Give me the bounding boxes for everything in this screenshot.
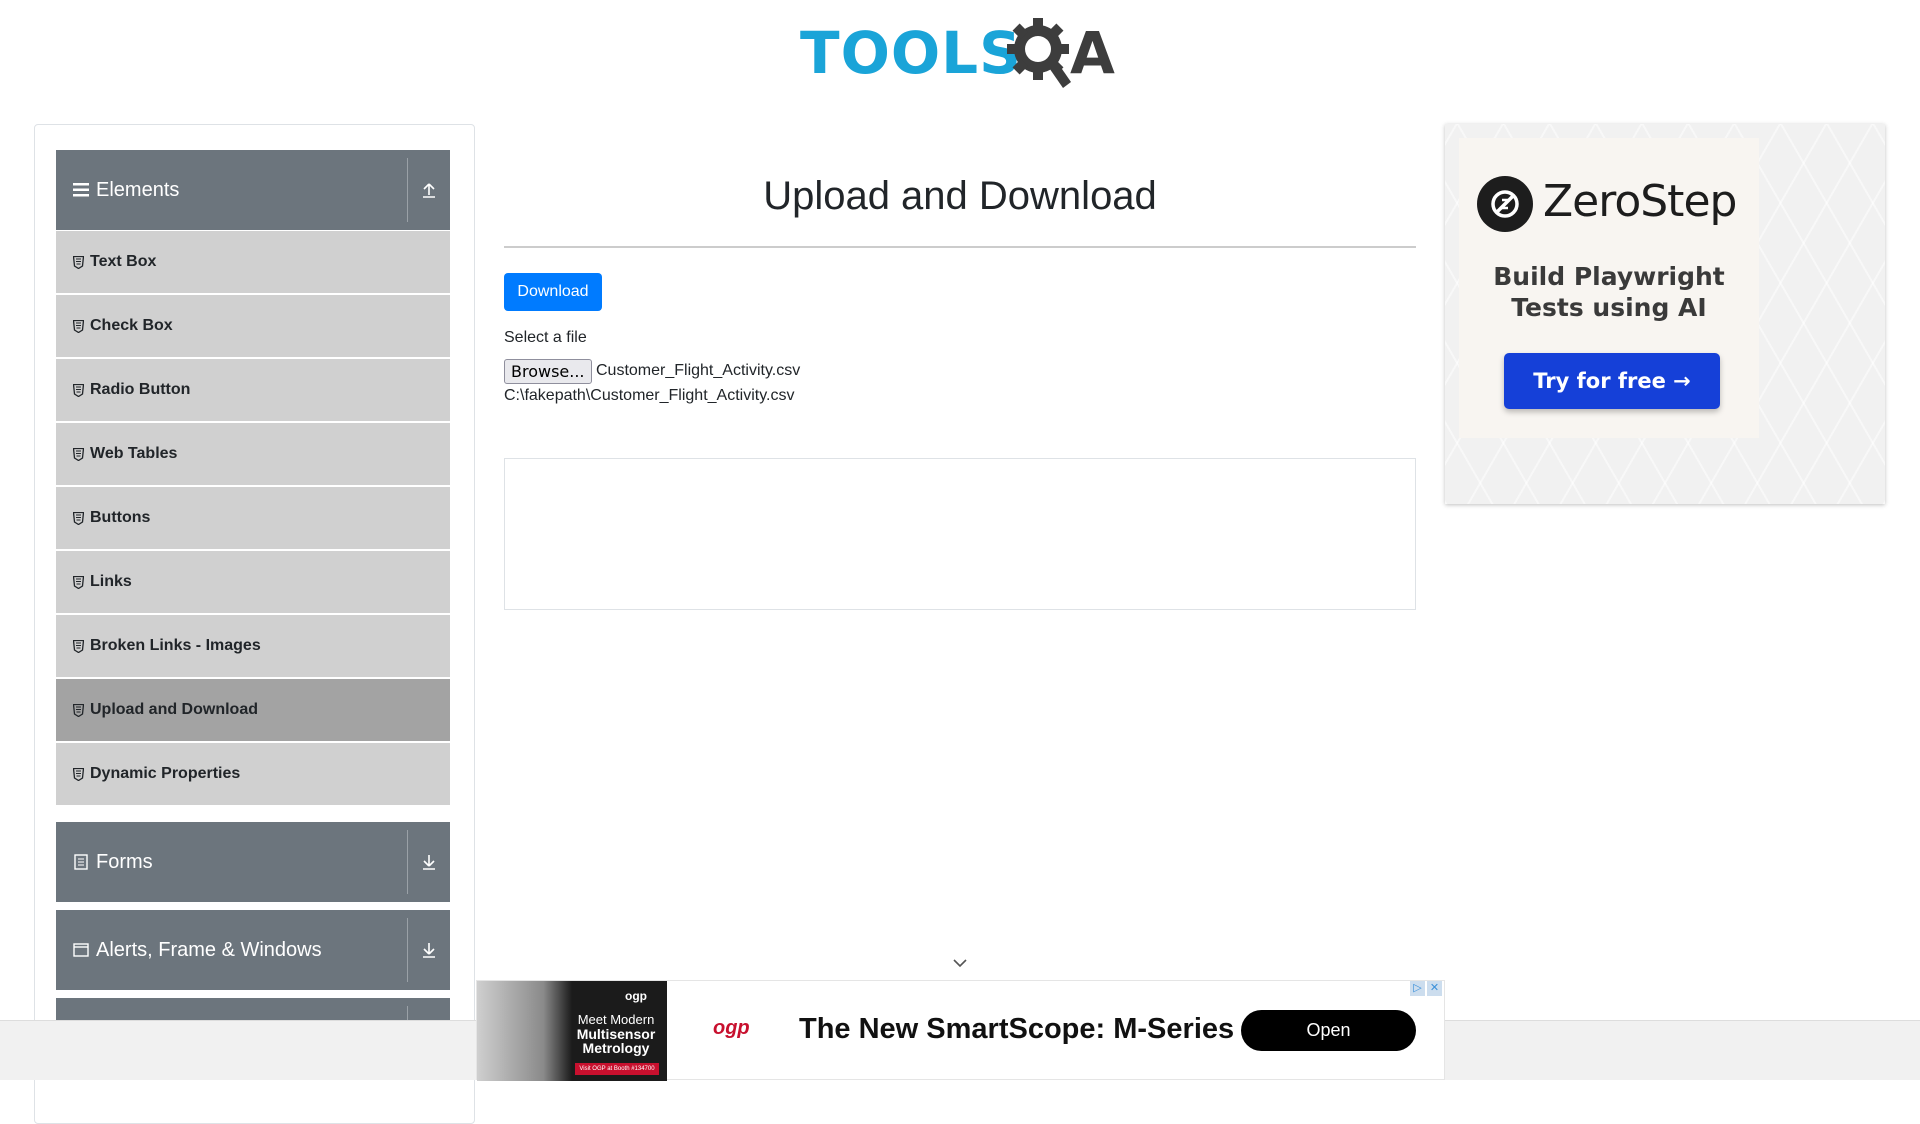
shield-icon xyxy=(71,255,85,269)
browse-button[interactable]: Browse... xyxy=(504,359,592,384)
sidebar-item-label: Upload and Download xyxy=(90,701,258,718)
ad-image-strip: Visit OGP at Booth #134700 xyxy=(575,1063,659,1075)
sidebar-item-links[interactable]: Links xyxy=(56,551,450,613)
document-icon xyxy=(72,854,90,870)
sidebar-item-web-tables[interactable]: Web Tables xyxy=(56,423,450,485)
group-title: Forms xyxy=(96,850,153,873)
shield-icon xyxy=(71,575,85,589)
ad-brand: ZeroStep xyxy=(1543,176,1737,227)
chevron-down-icon[interactable] xyxy=(952,958,968,968)
ad-image-text: Meet Modern Multisensor Metrology xyxy=(569,1012,663,1056)
download-arrow-icon[interactable] xyxy=(407,830,450,894)
ad-placeholder-box xyxy=(504,458,1416,610)
sidebar-item-check-box[interactable]: Check Box xyxy=(56,295,450,357)
selected-file-name: Customer_Flight_Activity.csv xyxy=(596,362,801,379)
uploaded-file-path: C:\fakepath\Customer_Flight_Activity.csv xyxy=(504,387,795,404)
download-arrow-icon[interactable] xyxy=(407,918,450,982)
shield-icon xyxy=(71,511,85,525)
sidebar-item-label: Broken Links - Images xyxy=(90,637,261,654)
group-title: Alerts, Frame & Windows xyxy=(96,938,322,961)
header: TOOLS A xyxy=(0,0,1920,100)
sidebar-item-label: Links xyxy=(90,573,132,590)
close-icon[interactable]: ✕ xyxy=(1427,981,1442,996)
gear-icon xyxy=(1007,18,1071,88)
ad-controls: ▷ ✕ xyxy=(1410,981,1442,996)
shield-icon xyxy=(71,703,85,717)
hamburger-icon xyxy=(72,183,90,197)
zerostep-ad[interactable]: ZeroStep Build Playwright Tests using AI… xyxy=(1445,124,1885,504)
title-divider xyxy=(504,246,1416,248)
shield-icon xyxy=(71,319,85,333)
shield-icon xyxy=(71,639,85,653)
ad-tagline: Build Playwright Tests using AI xyxy=(1493,262,1725,322)
toolsqa-logo[interactable]: TOOLS A xyxy=(800,14,1125,92)
ad-image-line-3: Metrology xyxy=(582,1040,650,1056)
sidebar-item-label: Buttons xyxy=(90,509,151,526)
sidebar: Elements Text Box Check Box Radio Button… xyxy=(34,124,475,1124)
sidebar-item-upload-download[interactable]: Upload and Download xyxy=(56,679,450,741)
ad-headline[interactable]: The New SmartScope: M-Series xyxy=(799,1013,1234,1046)
ad-info-icon[interactable]: ▷ xyxy=(1410,981,1425,996)
shield-icon xyxy=(71,447,85,461)
ad-image-logo: ogp xyxy=(625,989,647,1003)
ad-open-button[interactable]: Open xyxy=(1241,1010,1416,1051)
sidebar-item-label: Radio Button xyxy=(90,381,191,398)
group-alerts-frame-windows[interactable]: Alerts, Frame & Windows xyxy=(56,910,450,990)
sidebar-item-buttons[interactable]: Buttons xyxy=(56,487,450,549)
shield-icon xyxy=(71,383,85,397)
bottom-banner-ad[interactable]: ogp Meet Modern Multisensor Metrology Vi… xyxy=(476,980,1445,1081)
group-forms[interactable]: Forms xyxy=(56,822,450,902)
shield-icon xyxy=(71,767,85,781)
page-title: Upload and Download xyxy=(763,174,1157,218)
select-file-label: Select a file xyxy=(504,329,587,346)
group-title: Elements xyxy=(96,178,180,201)
logo-text: TOOLS xyxy=(800,19,1022,87)
group-elements[interactable]: Elements xyxy=(56,150,450,230)
sidebar-item-label: Dynamic Properties xyxy=(90,765,241,782)
try-for-free-button[interactable]: Try for free → xyxy=(1504,353,1720,409)
logo-suffix: A xyxy=(1070,19,1115,87)
sidebar-item-label: Web Tables xyxy=(90,445,178,462)
sidebar-item-dynamic-properties[interactable]: Dynamic Properties xyxy=(56,743,450,805)
upload-arrow-icon[interactable] xyxy=(407,158,450,222)
ad-image-line-1: Meet Modern xyxy=(577,1012,655,1027)
sidebar-item-broken-links[interactable]: Broken Links - Images xyxy=(56,615,450,677)
ad-brand-logo: ogp xyxy=(713,1017,750,1039)
ad-image-line-2: Multisensor xyxy=(576,1026,656,1042)
sidebar-item-radio-button[interactable]: Radio Button xyxy=(56,359,450,421)
zerostep-logo-icon xyxy=(1477,176,1533,232)
ad-card: ZeroStep Build Playwright Tests using AI… xyxy=(1459,138,1759,438)
sidebar-item-label: Check Box xyxy=(90,317,173,334)
download-button[interactable]: Download xyxy=(504,273,602,311)
window-icon xyxy=(72,943,90,957)
ad-product-image: ogp Meet Modern Multisensor Metrology Vi… xyxy=(477,981,667,1081)
sidebar-item-text-box[interactable]: Text Box xyxy=(56,231,450,293)
sidebar-item-label: Text Box xyxy=(90,253,157,270)
